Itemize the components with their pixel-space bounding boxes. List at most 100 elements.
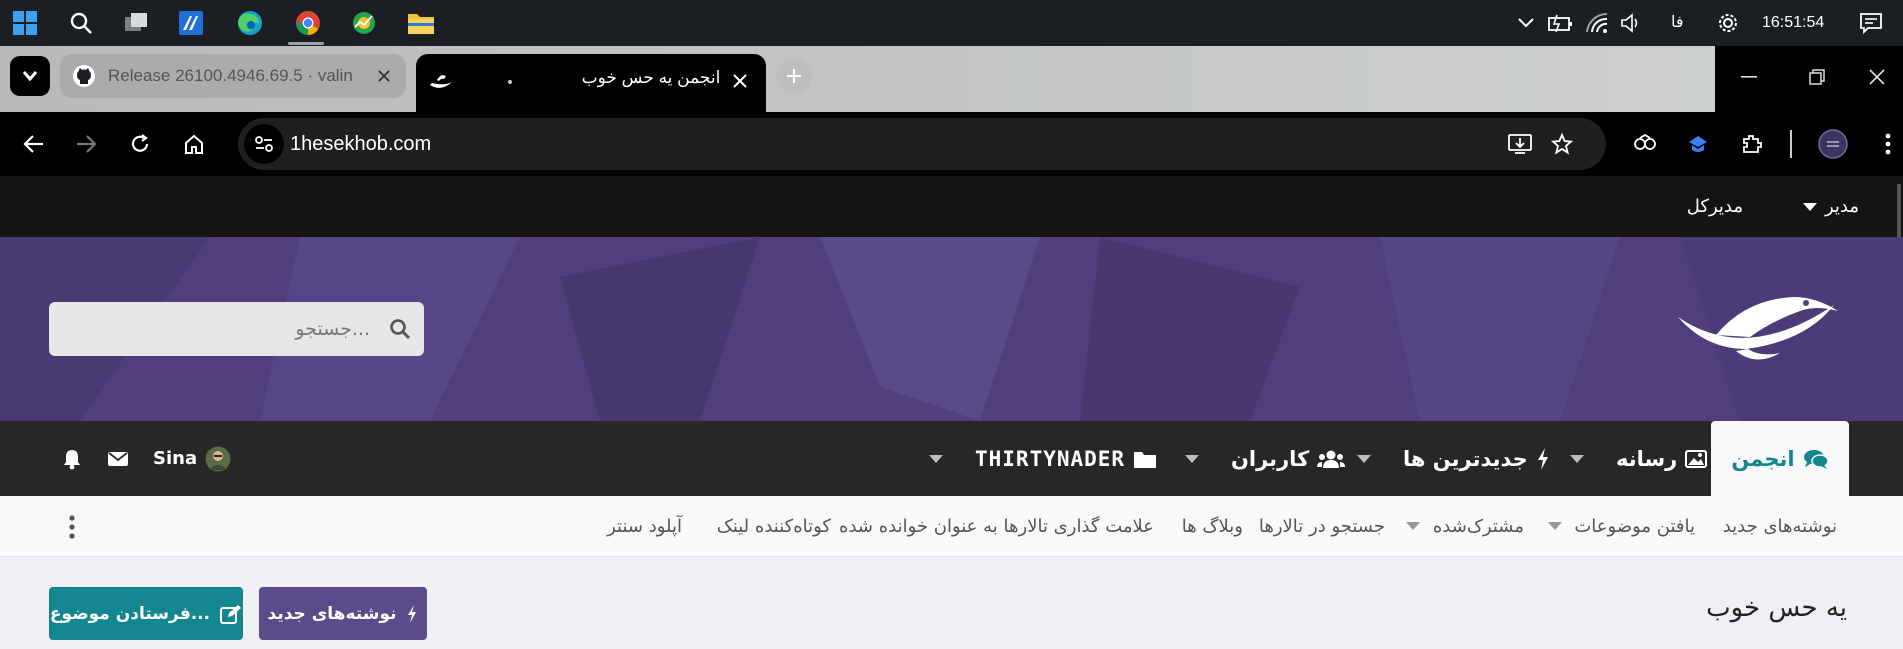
profile-avatar-icon[interactable] bbox=[1815, 126, 1851, 162]
tab-forum[interactable]: انجمن bbox=[1711, 421, 1849, 496]
avatar bbox=[205, 446, 231, 472]
subnav-link-shortener[interactable]: کوتاه‌کننده لینک bbox=[717, 496, 831, 557]
loading-dot bbox=[508, 80, 512, 84]
nav-media[interactable]: رسانه bbox=[1570, 421, 1708, 496]
install-app-icon[interactable] bbox=[1504, 128, 1536, 160]
chrome-icon[interactable] bbox=[293, 8, 323, 38]
folder-icon bbox=[1133, 449, 1157, 469]
users-icon bbox=[1317, 449, 1346, 469]
tab-strip: Release 26100.4946.69.5 · valinet/Explor… bbox=[0, 46, 1903, 112]
shield-extension-icon[interactable] bbox=[1680, 126, 1716, 162]
extension-icon[interactable] bbox=[1627, 126, 1663, 162]
search-icon[interactable] bbox=[386, 315, 414, 343]
chevron-down-icon[interactable] bbox=[1185, 454, 1199, 463]
address-bar[interactable]: 1hesekhob.com bbox=[238, 118, 1606, 170]
close-tab-icon[interactable] bbox=[726, 67, 754, 95]
comments-icon bbox=[1803, 448, 1829, 470]
post-thread-button[interactable]: فرستادن موضوع... bbox=[49, 587, 243, 640]
more-vertical-icon[interactable] bbox=[62, 512, 82, 542]
site-top-nav: مدیر مدیرکل bbox=[0, 176, 1903, 244]
notifications-icon[interactable] bbox=[1856, 8, 1886, 38]
toolbar-divider bbox=[1790, 130, 1792, 158]
user-menu[interactable]: Sina bbox=[153, 421, 231, 496]
forward-icon[interactable] bbox=[68, 126, 104, 162]
minimize-button[interactable] bbox=[1715, 46, 1783, 108]
back-icon[interactable] bbox=[16, 126, 52, 162]
active-app-indicator bbox=[288, 42, 324, 45]
restore-button[interactable] bbox=[1783, 46, 1851, 108]
site-info-icon[interactable] bbox=[244, 124, 284, 164]
chevron-down-icon bbox=[1802, 202, 1817, 211]
bell-icon[interactable] bbox=[58, 445, 86, 473]
envelope-icon[interactable] bbox=[104, 445, 132, 473]
taskbar: فا 16:51:54 bbox=[0, 0, 1903, 46]
close-tab-icon[interactable] bbox=[372, 64, 396, 88]
search-icon[interactable] bbox=[66, 8, 96, 38]
tab-title: Release 26100.4946.69.5 · valinet/Explor… bbox=[108, 66, 352, 85]
image-icon bbox=[1685, 449, 1708, 469]
edge-icon[interactable] bbox=[235, 8, 265, 38]
latest-label: جدیدترین ها bbox=[1403, 446, 1528, 471]
subnav-upload-center[interactable]: آپلود سنتر bbox=[607, 496, 682, 557]
nav-thirtynader[interactable]: THIRTYNADER bbox=[929, 421, 1157, 496]
browser-menu-icon[interactable] bbox=[1870, 126, 1903, 162]
bolt-icon bbox=[1536, 447, 1550, 471]
site-favicon bbox=[428, 68, 454, 94]
members-label: کاربران bbox=[1231, 446, 1310, 471]
tab-github[interactable]: Release 26100.4946.69.5 · valinet/Explor… bbox=[60, 54, 406, 98]
windows-start-icon[interactable] bbox=[10, 8, 40, 38]
new-tab-button[interactable] bbox=[776, 58, 812, 94]
browser-toolbar: 1hesekhob.com bbox=[0, 112, 1903, 176]
chevron-down-icon[interactable] bbox=[1357, 454, 1371, 463]
chevron-up-icon[interactable] bbox=[1511, 8, 1541, 38]
search-placeholder: جستجو... bbox=[295, 318, 370, 340]
post-thread-label: فرستادن موضوع... bbox=[49, 603, 211, 624]
app-icon[interactable] bbox=[176, 8, 206, 38]
main-nav: انجمن رسانه جدیدترین ها کاربران THIRTYNA… bbox=[0, 421, 1903, 496]
chevron-down-icon[interactable] bbox=[1548, 522, 1562, 530]
chevron-down-icon[interactable] bbox=[1406, 522, 1420, 530]
task-view-icon[interactable] bbox=[121, 8, 151, 38]
forum-label: انجمن bbox=[1731, 446, 1795, 471]
url-text[interactable]: 1hesekhob.com bbox=[290, 118, 431, 170]
site-banner: جستجو... bbox=[0, 237, 1903, 421]
bookmark-star-icon[interactable] bbox=[1546, 128, 1578, 160]
thirtynader-label: THIRTYNADER bbox=[975, 446, 1126, 471]
admin-label: مدیر bbox=[1824, 196, 1859, 217]
nav-latest[interactable]: جدیدترین ها bbox=[1357, 421, 1550, 496]
tab-search-button[interactable] bbox=[10, 56, 50, 96]
metatrader-icon[interactable] bbox=[349, 8, 379, 38]
chevron-down-icon[interactable] bbox=[1570, 454, 1584, 463]
close-window-button[interactable] bbox=[1851, 46, 1903, 108]
page-title: یه حس خوب bbox=[1706, 593, 1847, 623]
wifi-icon[interactable] bbox=[1582, 8, 1612, 38]
bolt-icon bbox=[406, 604, 418, 624]
tab-forum[interactable]: انجمن یه حس خوب bbox=[416, 54, 766, 112]
username: Sina bbox=[153, 448, 198, 469]
admin-menu[interactable]: مدیر bbox=[1802, 176, 1859, 237]
subnav-watched[interactable]: مشترک‌شده bbox=[1433, 496, 1524, 557]
site-logo[interactable] bbox=[1676, 289, 1838, 367]
subnav-mark-read[interactable]: علامت گذاری تالارها به عنوان خوانده شده bbox=[839, 496, 1154, 557]
scrollbar-thumb[interactable] bbox=[1897, 184, 1901, 244]
admin-cp-link[interactable]: مدیرکل bbox=[1687, 176, 1743, 237]
clock[interactable]: 16:51:54 bbox=[1762, 0, 1824, 46]
edit-icon bbox=[220, 604, 242, 624]
github-icon bbox=[72, 64, 96, 88]
subnav-new-posts[interactable]: نوشته‌های جدید bbox=[1723, 496, 1837, 557]
volume-icon[interactable] bbox=[1616, 8, 1646, 38]
subnav-search-forums[interactable]: جستجو در تالارها bbox=[1259, 496, 1385, 557]
search-box[interactable]: جستجو... bbox=[49, 302, 424, 356]
language-indicator[interactable]: فا bbox=[1671, 0, 1684, 46]
home-icon[interactable] bbox=[176, 126, 212, 162]
gear-icon[interactable] bbox=[1713, 8, 1743, 38]
subnav-blogs[interactable]: وبلاگ ها bbox=[1182, 496, 1243, 557]
subnav-find-threads[interactable]: یافتن موضوعات bbox=[1574, 496, 1695, 557]
file-explorer-icon[interactable] bbox=[406, 8, 436, 38]
battery-icon[interactable] bbox=[1546, 8, 1576, 38]
nav-members[interactable]: کاربران bbox=[1185, 421, 1346, 496]
new-posts-button[interactable]: نوشته‌های جدید bbox=[259, 587, 427, 640]
reload-icon[interactable] bbox=[122, 126, 158, 162]
extensions-puzzle-icon[interactable] bbox=[1734, 126, 1770, 162]
chevron-down-icon[interactable] bbox=[929, 454, 943, 463]
